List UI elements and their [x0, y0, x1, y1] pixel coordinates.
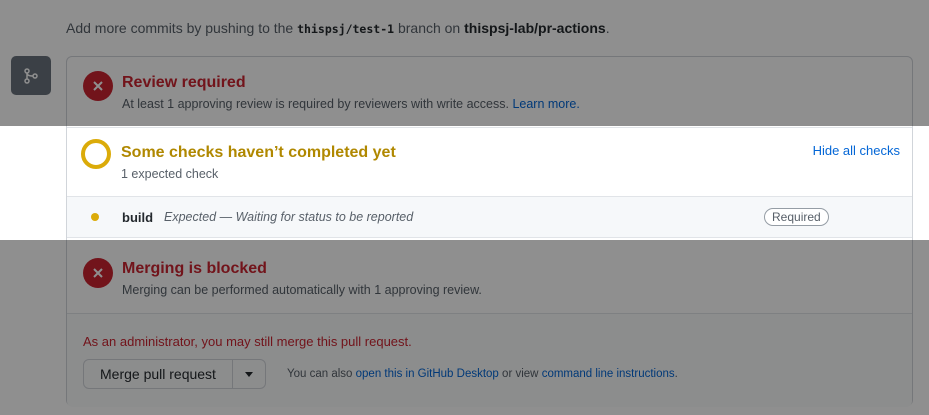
required-badge: Required: [764, 208, 829, 226]
check-name: build: [122, 210, 154, 225]
check-row-build: build Expected — Waiting for status to b…: [67, 196, 912, 238]
pending-dot-icon: [91, 213, 99, 221]
dim-overlay-top: [0, 0, 929, 126]
checks-subtitle: 1 expected check: [121, 167, 219, 181]
hide-all-checks-link[interactable]: Hide all checks: [813, 143, 900, 158]
pending-status-icon: [81, 139, 111, 169]
check-status: Expected — Waiting for status to be repo…: [164, 210, 414, 224]
dim-overlay-bottom: [0, 240, 929, 415]
checks-title: Some checks haven’t completed yet: [121, 144, 396, 161]
checks-section: Some checks haven’t completed yet 1 expe…: [67, 127, 912, 197]
